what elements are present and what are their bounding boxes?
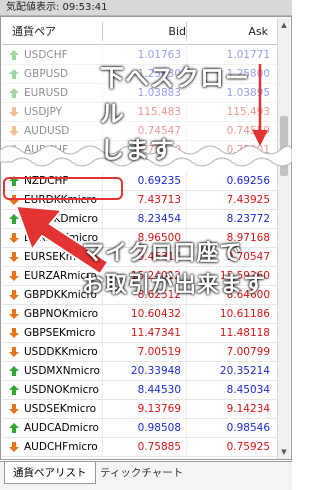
ask-cell: 0.75925 <box>226 441 270 453</box>
price-down-icon <box>9 347 19 357</box>
cell-divider <box>186 210 187 229</box>
bid-cell: 11.47341 <box>130 327 181 339</box>
column-header-symbol[interactable]: 通貨ペア <box>12 18 56 45</box>
bid-cell: 0.69235 <box>137 175 181 187</box>
table-header: 通貨ペア Bid Ask <box>2 18 278 45</box>
micro-annotation-line1: マイクロ口座で <box>82 241 243 266</box>
ask-cell: 7.43925 <box>226 194 270 206</box>
symbol-cell: AUDCADmicro <box>24 422 99 434</box>
column-header-bid[interactable]: Bid <box>168 18 186 45</box>
table-row[interactable]: GBPSEKmicro 11.47341 11.48118 <box>2 324 278 343</box>
price-up-icon <box>9 88 19 98</box>
symbol-cell: USDCHF <box>24 49 68 61</box>
symbol-cell: USDSEKmicro <box>24 403 97 415</box>
cell-divider <box>186 438 187 457</box>
ask-cell: 0.69256 <box>226 175 270 187</box>
price-down-icon <box>9 126 19 136</box>
ask-cell: 9.14234 <box>226 403 270 415</box>
ask-cell: 8.45034 <box>226 384 270 396</box>
bid-cell: 0.75885 <box>137 441 181 453</box>
price-up-icon <box>9 50 19 60</box>
cell-divider <box>186 400 187 419</box>
cell-divider <box>102 381 103 400</box>
price-up-icon <box>9 423 19 433</box>
ask-cell: 0.98546 <box>226 422 270 434</box>
ask-cell: 8.23772 <box>226 213 270 225</box>
bid-cell: 8.23454 <box>137 213 181 225</box>
bid-cell: 7.43713 <box>137 194 181 206</box>
symbol-cell: EURUSD <box>24 87 69 99</box>
cell-divider <box>186 305 187 324</box>
price-up-icon <box>9 385 19 395</box>
symbol-cell: GBPNOKmicro <box>24 308 99 320</box>
symbol-cell: USDNOKmicro <box>24 384 99 396</box>
cell-divider <box>102 400 103 419</box>
ask-cell: 7.00799 <box>226 346 270 358</box>
price-down-icon <box>9 290 19 300</box>
bid-cell: 8.44530 <box>137 384 181 396</box>
column-header-ask[interactable]: Ask <box>248 18 268 45</box>
table-row[interactable]: USDDKKmicro 7.00519 7.00799 <box>2 343 278 362</box>
micro-annotation-line2: お取引が出来ます <box>82 273 267 298</box>
price-down-icon <box>9 309 19 319</box>
tab-symbol-list[interactable]: 通貨ペアリスト <box>4 462 96 484</box>
cell-divider <box>186 381 187 400</box>
cell-divider <box>102 324 103 343</box>
window-title: 気配値表示: 09:53:41 <box>0 0 292 16</box>
tab-tick-chart[interactable]: ティックチャート <box>92 462 191 484</box>
cell-divider <box>186 419 187 438</box>
bid-cell: 0.98508 <box>137 422 181 434</box>
cell-divider <box>186 172 187 191</box>
bid-cell: 20.33948 <box>130 365 181 377</box>
cell-divider <box>102 438 103 457</box>
cell-divider <box>102 362 103 381</box>
symbol-cell: GBPSEKmicro <box>24 327 96 339</box>
ask-cell: 10.61186 <box>219 308 270 320</box>
symbol-cell: AUDUSD <box>24 125 70 137</box>
scroll-annotation-line1: 下へスクロール <box>100 64 250 128</box>
micro-annotation: マイクロ口座で お取引が出来ます <box>82 238 287 302</box>
highlight-euredkk <box>3 177 123 200</box>
ask-cell: 11.48118 <box>219 327 270 339</box>
table-row[interactable]: USDMXNmicro 20.33948 20.35214 <box>2 362 278 381</box>
cell-divider <box>102 305 103 324</box>
scroll-annotation: 下へスクロール します <box>100 60 260 168</box>
cell-divider <box>186 191 187 210</box>
symbol-cell: GBPUSD <box>24 68 69 80</box>
scroll-down-icon[interactable]: ▼ <box>278 445 290 459</box>
table-row[interactable]: USDNOKmicro 8.44530 8.45034 <box>2 381 278 400</box>
symbol-cell: AUDCHFmicro <box>24 441 98 453</box>
price-down-icon <box>9 107 19 117</box>
symbol-cell: USDDKKmicro <box>24 346 98 358</box>
price-down-icon <box>9 404 19 414</box>
cell-divider <box>186 343 187 362</box>
cell-divider <box>102 343 103 362</box>
table-row[interactable]: GBPNOKmicro 10.60432 10.61186 <box>2 305 278 324</box>
table-row[interactable]: USDSEKmicro 9.13769 9.14234 <box>2 400 278 419</box>
bid-cell: 7.00519 <box>137 346 181 358</box>
price-up-icon <box>9 366 19 376</box>
scroll-up-icon[interactable]: ▲ <box>278 18 290 32</box>
scroll-annotation-line2: します <box>100 136 175 164</box>
price-down-icon <box>9 328 19 338</box>
down-arrow-icon <box>252 64 268 146</box>
table-row[interactable]: AUDCADmicro 0.98508 0.98546 <box>2 419 278 438</box>
bid-cell: 9.13769 <box>137 403 181 415</box>
cell-divider <box>186 362 187 381</box>
bid-cell: 10.60432 <box>130 308 181 320</box>
symbol-cell: USDJPY <box>24 106 63 118</box>
symbol-cell: USDMXNmicro <box>24 365 100 377</box>
price-up-icon <box>9 69 19 79</box>
cell-divider <box>186 324 187 343</box>
table-row[interactable]: AUDCHFmicro 0.75885 0.75925 <box>2 438 278 457</box>
price-down-icon <box>9 442 19 452</box>
tab-bar: 通貨ペアリスト ティックチャート <box>0 461 292 490</box>
ask-cell: 20.35214 <box>219 365 270 377</box>
cell-divider <box>102 419 103 438</box>
